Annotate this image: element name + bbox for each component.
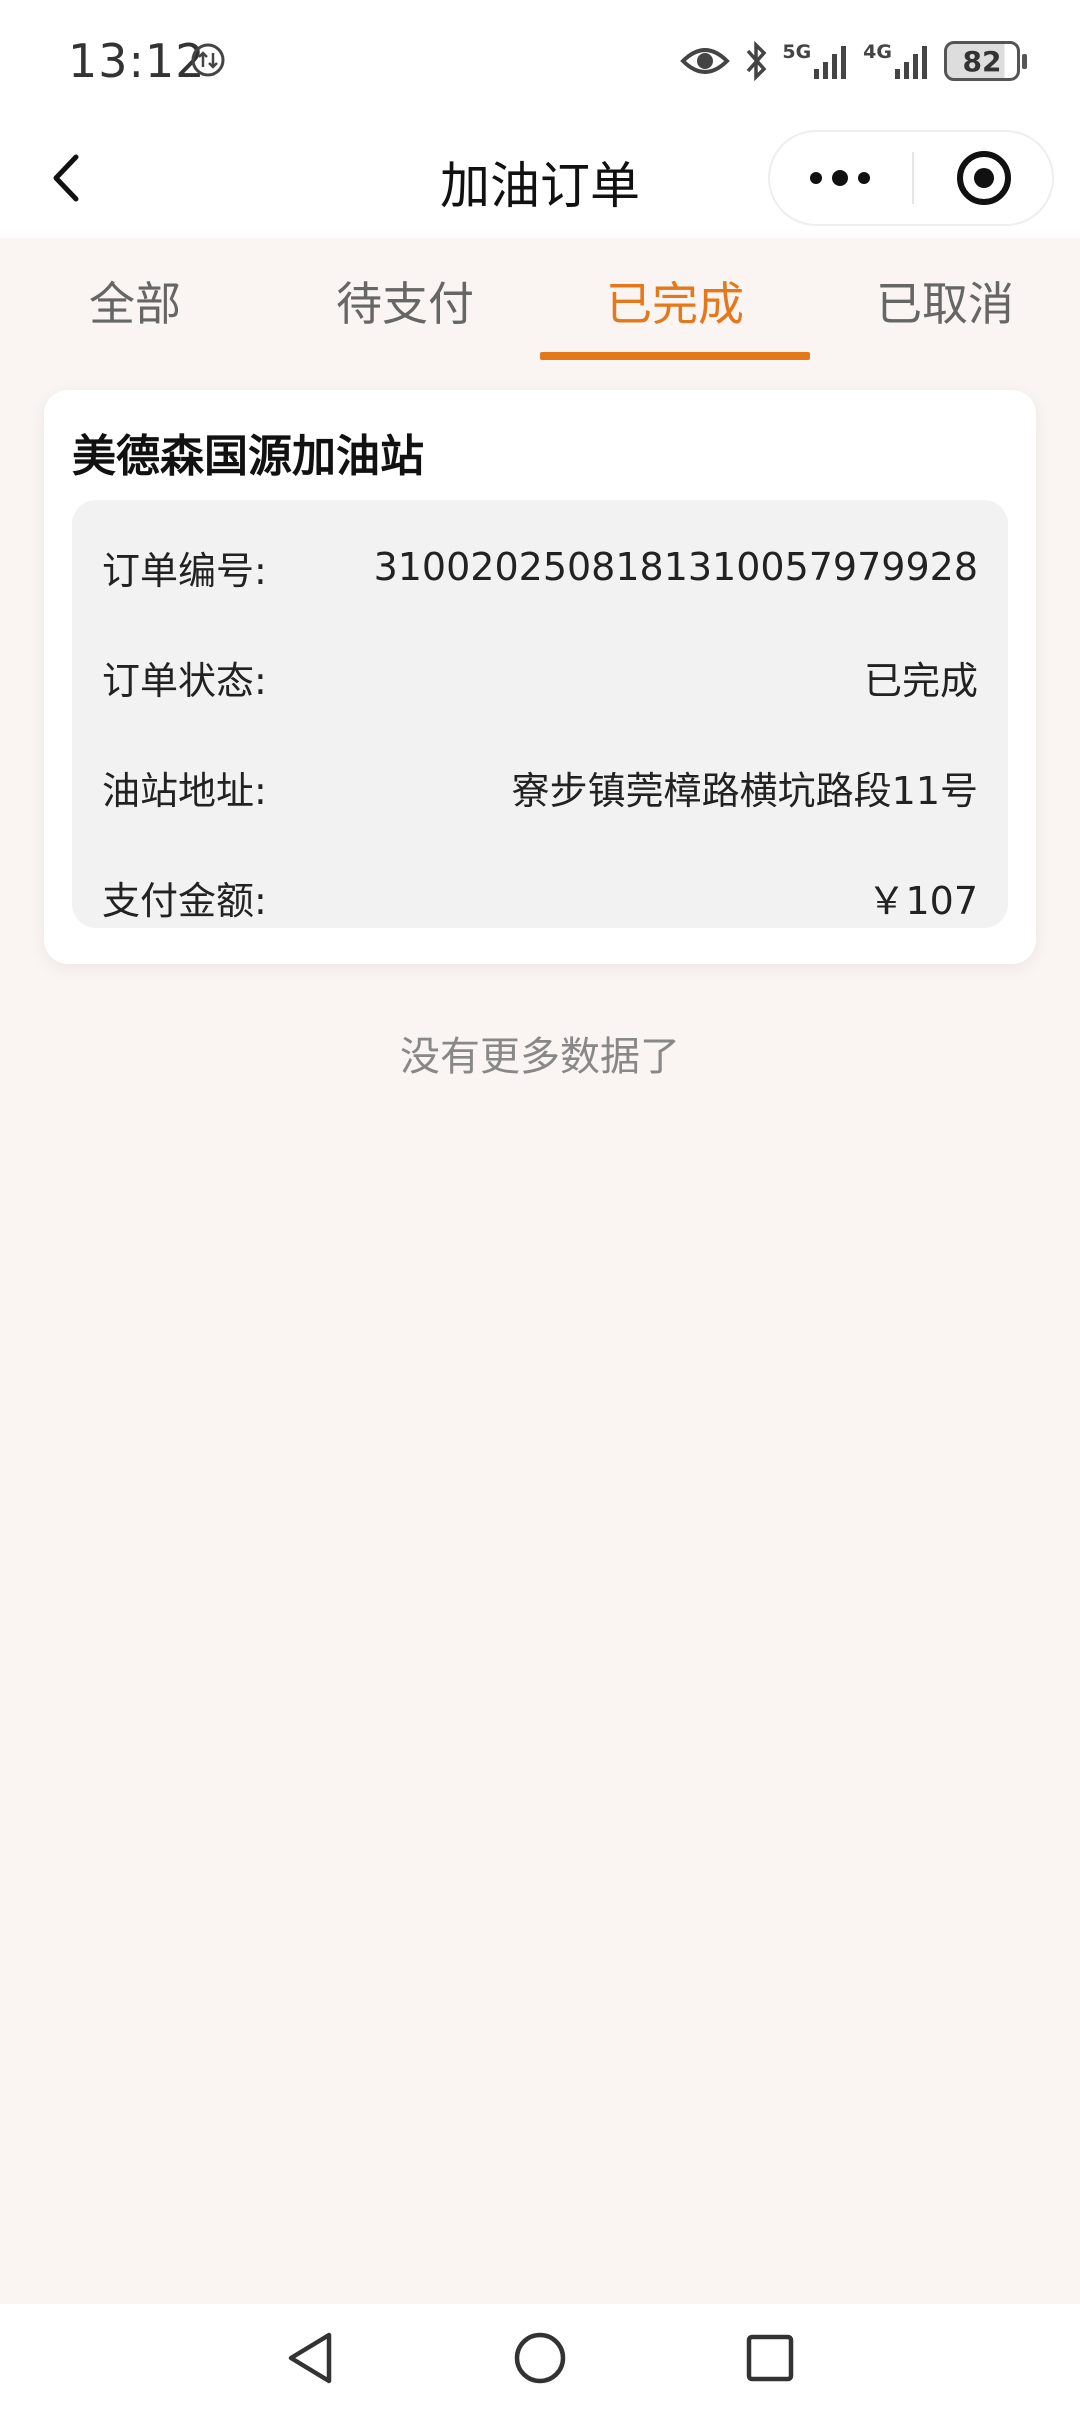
- more-dot: [810, 172, 822, 184]
- tab-pending-payment[interactable]: 待支付: [270, 238, 540, 364]
- bluetooth-icon: [747, 41, 767, 81]
- mini-program-capsule: [768, 130, 1054, 226]
- signal-bars-icon: [895, 46, 927, 79]
- order-card[interactable]: 美德森国源加油站 订单编号: 310020250818131005797992‌…: [44, 390, 1036, 964]
- signal-5g: 5G: [782, 43, 849, 79]
- triangle-back-icon: [288, 2332, 332, 2384]
- network-4g-label: 4G: [863, 41, 892, 63]
- order-number-row: 订单编号: 310020250818131005797992‌8: [102, 532, 978, 602]
- signal-bars-icon: [814, 46, 847, 79]
- status-bar: 13:12 5G 4G 82: [0, 0, 1080, 120]
- system-back-button[interactable]: [278, 2326, 342, 2390]
- system-home-button[interactable]: [508, 2326, 572, 2390]
- order-number-label: 订单编号:: [102, 548, 267, 593]
- target-icon: [957, 151, 1011, 205]
- order-number-value: 310020250818131005797992‌8: [373, 545, 978, 589]
- close-mini-program-button[interactable]: [914, 132, 1054, 224]
- station-address-value: 寮步镇莞樟路横坑路段11号: [511, 768, 978, 813]
- network-5g-label: 5G: [782, 41, 812, 63]
- battery-icon: 82: [944, 41, 1027, 81]
- more-dot: [832, 170, 848, 186]
- station-name: 美德森国源加油站: [72, 431, 424, 482]
- eye-icon: [680, 48, 731, 74]
- payment-amount-label: 支付金额:: [102, 878, 267, 923]
- order-status-label: 订单状态:: [102, 658, 267, 703]
- no-more-data-text: 没有更多数据了: [400, 1034, 680, 1080]
- station-address-label: 油站地址:: [102, 768, 267, 813]
- order-status-row: 订单状态: 已完成: [102, 642, 978, 712]
- order-tabs: 全部 待支付 已完成 已取消: [0, 238, 1080, 364]
- battery-level: 82: [962, 44, 1002, 78]
- system-recents-button[interactable]: [738, 2326, 802, 2390]
- payment-amount-row: 支付金额: ￥107: [102, 862, 978, 932]
- order-details: 订单编号: 310020250818131005797992‌8 订单状态: 已…: [72, 500, 1008, 928]
- square-recents-icon: [746, 2334, 794, 2382]
- status-icons: 5G 4G 82: [680, 36, 1027, 86]
- tab-all[interactable]: 全部: [0, 238, 270, 364]
- station-address-row: 油站地址: 寮步镇莞樟路横坑路段11号: [102, 752, 978, 822]
- signal-4g: 4G: [863, 43, 930, 79]
- tab-cancelled[interactable]: 已取消: [810, 238, 1080, 364]
- more-button[interactable]: [770, 132, 910, 224]
- nav-bar: 加油订单: [0, 120, 1080, 238]
- data-sync-icon: [191, 43, 225, 77]
- status-time: 13:12: [68, 34, 206, 88]
- system-nav-bar: [0, 2304, 1080, 2412]
- order-status-value: 已完成: [863, 658, 978, 703]
- page: 13:12 5G 4G 82 加油订单 全部 待支付 已完成 已取消 美德森国源…: [0, 0, 1080, 2412]
- active-tab-indicator: [540, 352, 810, 360]
- circle-home-icon: [514, 2332, 566, 2384]
- payment-amount-value: ￥107: [867, 878, 978, 923]
- tab-completed[interactable]: 已完成: [540, 238, 810, 364]
- more-dot: [858, 172, 870, 184]
